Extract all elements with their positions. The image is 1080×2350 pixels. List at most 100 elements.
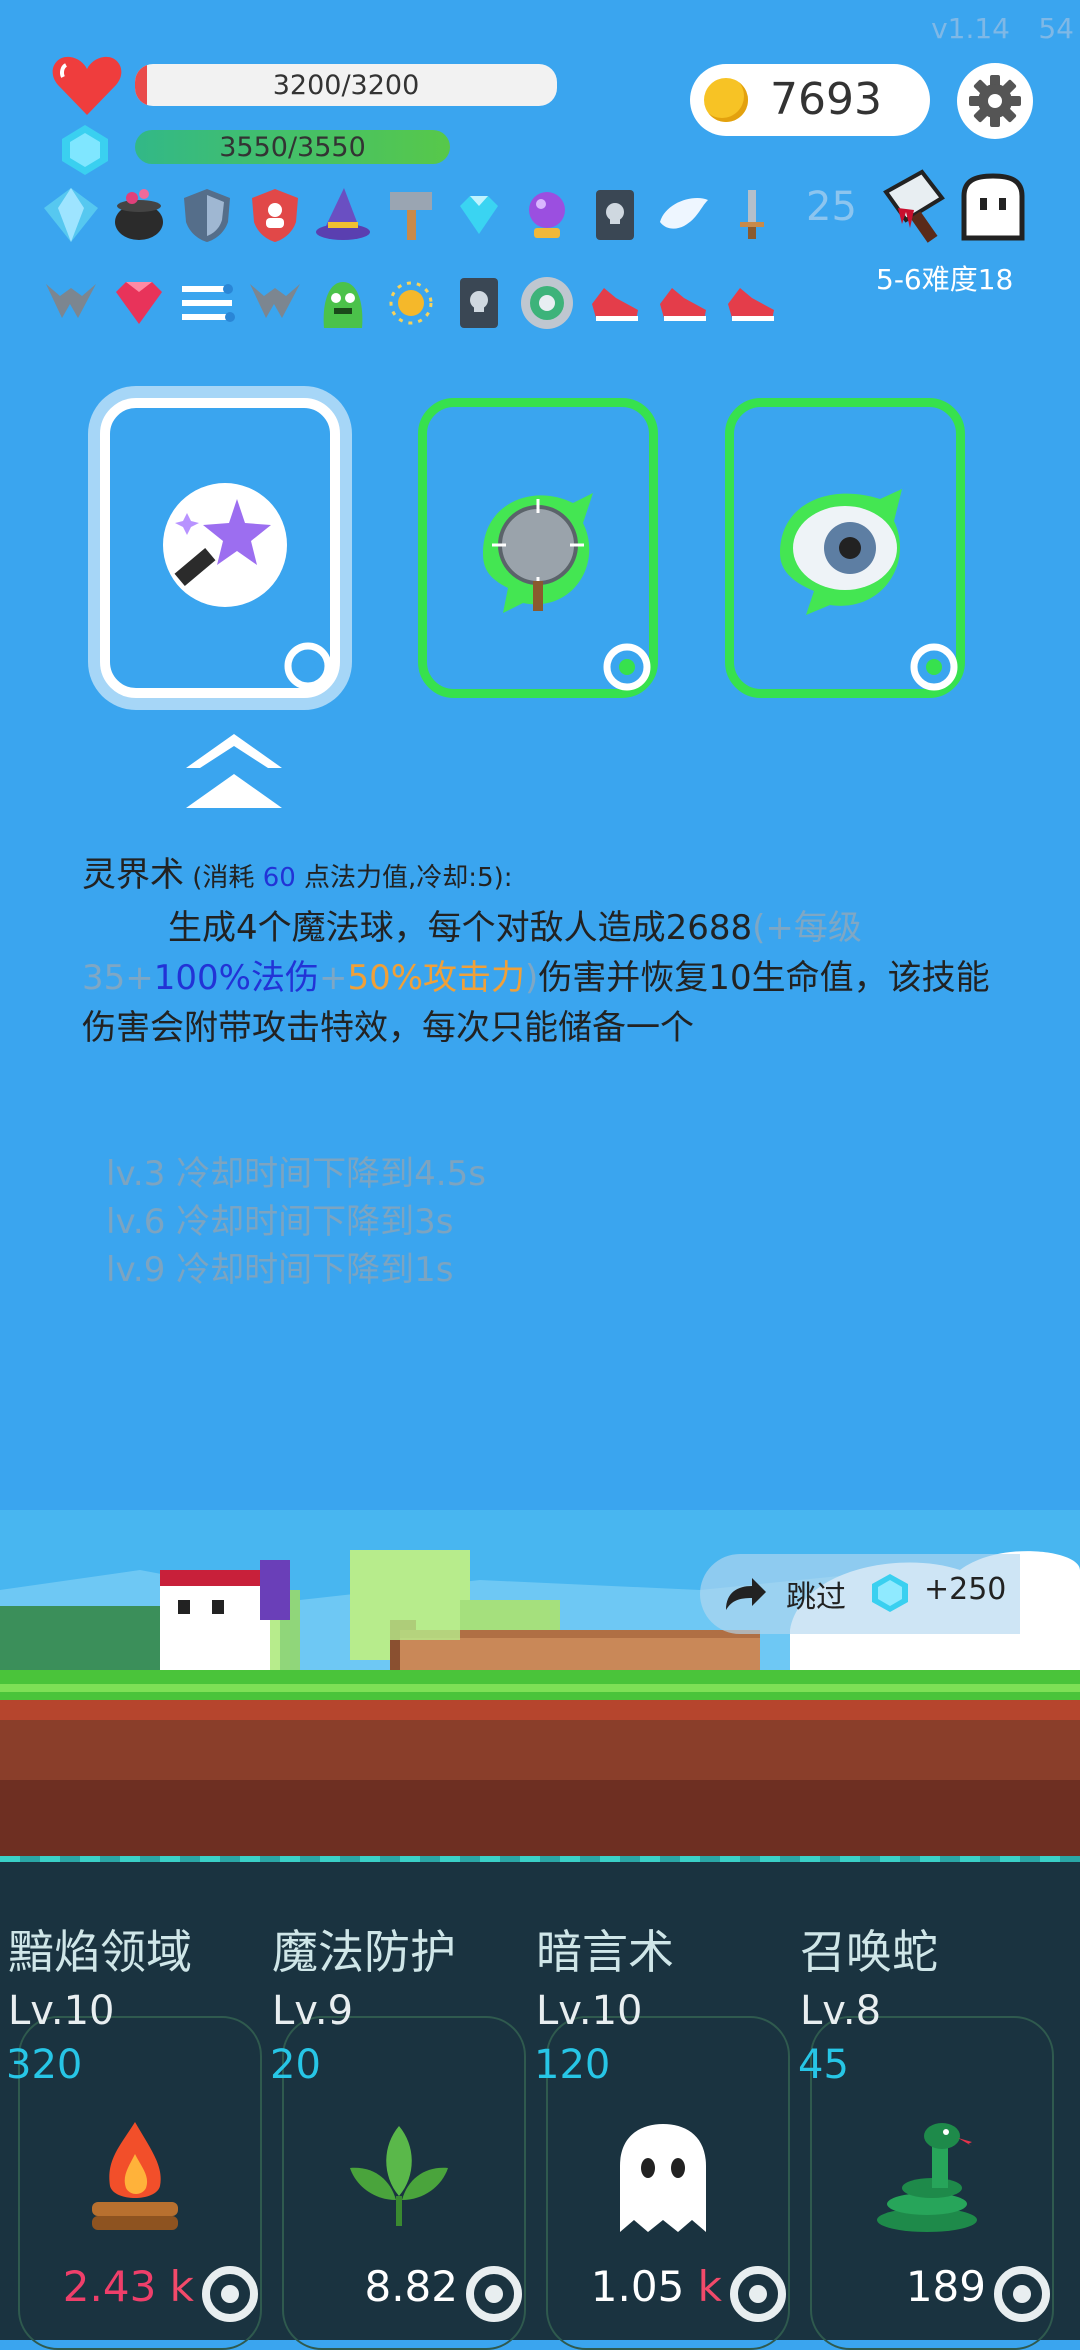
- skull-book-icon: [448, 272, 510, 334]
- skill-level: Lv.10: [536, 1988, 643, 2034]
- gem-icon: [872, 1574, 908, 1612]
- upgrade-icon[interactable]: [200, 2264, 260, 2324]
- skill-name: 魔法防护: [272, 1925, 456, 1979]
- leaf-icon: [350, 2126, 448, 2226]
- cleaver-icon: [883, 169, 945, 243]
- reroll-icon: [284, 642, 332, 690]
- hammer-icon: [380, 184, 442, 246]
- skill-power: 8.82: [364, 2262, 458, 2311]
- skill-power: 1.05 k: [591, 2262, 722, 2311]
- hp-bar: 3200/3200: [135, 64, 557, 106]
- skill-name: 召唤蛇: [800, 1925, 938, 1979]
- skip-arrow-icon: [726, 1578, 766, 1610]
- skill-slot-1[interactable]: 黯焰领域 Lv.10 320 2.43 k: [0, 1916, 264, 2350]
- claw-icon: [40, 272, 102, 334]
- panel-border: [0, 1856, 1080, 1862]
- desc-gray-3: ): [525, 958, 539, 998]
- claw-icon: [244, 272, 306, 334]
- skill-slot-4[interactable]: 召唤蛇 Lv.8 45 189: [792, 1916, 1056, 2350]
- buff-count: 25: [806, 184, 857, 230]
- skill-cost: 120: [534, 2042, 611, 2088]
- desc-line-start: 生成4个魔法球，每个对敌人造成2688: [168, 908, 753, 948]
- coin-amount: 7693: [770, 74, 882, 125]
- skill-name: 暗言术: [536, 1925, 674, 1979]
- skill-level: Lv.9: [272, 1988, 354, 2034]
- version-label: v1.14: [931, 12, 1010, 45]
- desc-atk: 50%攻击力: [347, 958, 526, 998]
- skull-book-icon: [584, 184, 646, 246]
- buff-row-1: [40, 184, 782, 246]
- skill-card-magic-wand[interactable]: [100, 398, 340, 698]
- hp-text: 3200/3200: [272, 69, 420, 101]
- spiked-mace-icon: [483, 493, 593, 613]
- upgrade-icon[interactable]: [464, 2264, 524, 2324]
- cost-suffix: 点法力值,冷却:5):: [295, 863, 513, 893]
- skill-name: 黯焰领域: [8, 1925, 192, 1979]
- level-bonus-1: lv.3 冷却时间下降到4.5s: [106, 1154, 486, 1194]
- desc-magic-dmg: 100%法伤: [153, 958, 319, 998]
- skill-slot-2[interactable]: 魔法防护 Lv.9 20 8.82: [264, 1916, 528, 2350]
- eye-icon: [780, 489, 902, 615]
- mana-gem-icon: [62, 125, 108, 175]
- heart-icon: [52, 56, 122, 115]
- mp-bar: 3550/3550: [135, 130, 450, 164]
- blue-shield-icon: [176, 184, 238, 246]
- skip-label: 跳过: [786, 1580, 846, 1615]
- skill-power-unit: k: [169, 2262, 194, 2311]
- coin-counter: 7693: [690, 64, 930, 136]
- red-shoe-icon: [584, 272, 646, 334]
- skill-power-value: 2.43: [62, 2262, 157, 2311]
- selected-arrow-icon: [186, 734, 282, 808]
- magic-orb-icon: [516, 184, 578, 246]
- stage-difficulty: 5-6难度18: [876, 263, 1014, 296]
- skill-cost: 20: [270, 2042, 321, 2088]
- coin-icon: [704, 78, 748, 122]
- skill-power-value: 1.05: [590, 2262, 685, 2311]
- upgrade-icon[interactable]: [992, 2264, 1052, 2324]
- sun-icon: [380, 272, 442, 334]
- diamond-icon: [448, 184, 510, 246]
- settings-button[interactable]: [957, 63, 1033, 139]
- skill-power: 2.43 k: [63, 2262, 194, 2311]
- snake-icon: [877, 2123, 977, 2232]
- skill-cost: 320: [6, 2042, 83, 2088]
- gear-icon: [969, 75, 1021, 127]
- cost-value: 60: [262, 863, 296, 893]
- skip-reward: +250: [924, 1572, 1007, 1607]
- green-monster-icon: [312, 272, 374, 334]
- red-shoe-icon: [720, 272, 782, 334]
- sword-icon: [720, 184, 782, 246]
- mp-text: 3550/3550: [219, 131, 366, 163]
- cauldron-icon: [108, 184, 170, 246]
- skill-level: Lv.8: [800, 1988, 882, 2034]
- ghost-icon: [620, 2124, 706, 2232]
- campfire-icon: [92, 2122, 178, 2230]
- skill-power: 189: [906, 2262, 986, 2311]
- red-gem-icon: [108, 272, 170, 334]
- skill-power-value: 8.82: [364, 2262, 458, 2311]
- skill-power-value: 189: [905, 2262, 986, 2311]
- desc-gray-2: +: [318, 958, 348, 998]
- target-ring-icon: [516, 272, 578, 334]
- upgrade-icon[interactable]: [728, 2264, 788, 2324]
- level-bonus-2: lv.6 冷却时间下降到3s: [106, 1202, 454, 1242]
- speed-lines-icon: [176, 272, 238, 334]
- wing-icon: [652, 184, 714, 246]
- skip-button[interactable]: 跳过 +250: [700, 1554, 1020, 1634]
- magic-wand-icon: [163, 483, 287, 607]
- level-bonus-3: lv.9 冷却时间下降到1s: [106, 1250, 454, 1290]
- skill-power-unit: k: [697, 2262, 722, 2311]
- skill-cost: 45: [798, 2042, 849, 2088]
- skill-level: Lv.10: [8, 1988, 115, 2034]
- blue-crystal-icon: [40, 184, 102, 246]
- ghost-boss-icon: [961, 173, 1025, 241]
- red-shoe-icon: [652, 272, 714, 334]
- skill-slot-3[interactable]: 暗言术 Lv.10 120 1.05 k: [528, 1916, 792, 2350]
- reroll-icon: [910, 643, 958, 691]
- skill-title: 灵界术: [82, 855, 184, 895]
- buff-row-2: [40, 272, 782, 334]
- wizard-hat-icon: [312, 184, 374, 246]
- skill-description: 灵界术 (消耗 60 点法力值,冷却:5): 生成4个魔法球，每个对敌人造成26…: [82, 850, 1002, 1053]
- skill-card-spiked-mace[interactable]: [418, 398, 658, 698]
- skill-card-eye[interactable]: [725, 398, 965, 698]
